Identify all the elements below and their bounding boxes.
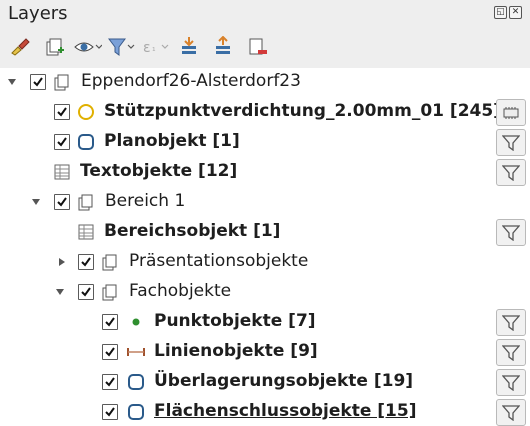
layer-label: Planobjekt [1] [104,131,240,151]
tree-row-flaechenschluss[interactable]: Flächenschlussobjekte [15] [0,398,530,426]
expression-filter-icon: ε¹ [142,34,170,60]
expanded-arrow-icon[interactable] [7,77,17,87]
float-panel-button[interactable]: ◱ [494,6,507,19]
filter-icon[interactable] [496,339,526,366]
visibility-checkbox[interactable] [54,194,70,210]
polygon-symbol-icon [126,372,146,392]
tree-row-linienobjekte[interactable]: Linienobjekte [9] [0,338,530,366]
point-symbol-icon [126,312,146,332]
tree-row-fachobjekte[interactable]: Fachobjekte [0,278,530,306]
layer-label: Punktobjekte [7] [154,311,316,331]
layer-label: Stützpunktverdichtung_2.00mm_01 [245] [104,101,501,121]
svg-text:ε: ε [143,40,151,56]
layer-label: Bereich 1 [105,191,186,211]
filter-icon[interactable] [496,159,526,186]
memory-layer-icon[interactable] [496,99,526,126]
table-layer-icon [52,162,72,182]
tree-row-planobjekt[interactable]: Planobjekt [1] [0,128,530,156]
visibility-checkbox[interactable] [54,134,70,150]
tree-row-project[interactable]: Eppendorf26-Alsterdorf23 [0,68,530,96]
collapse-all-icon[interactable] [210,34,238,60]
visibility-checkbox[interactable] [102,314,118,330]
style-paint-icon[interactable] [6,34,34,60]
expanded-arrow-icon[interactable] [55,287,65,297]
tree-row-stuetzpunkt[interactable]: Stützpunktverdichtung_2.00mm_01 [245] [0,98,530,126]
visibility-checkbox[interactable] [78,254,94,270]
table-layer-icon [76,222,96,242]
circle-symbol-icon [76,102,96,122]
group-icon [52,72,72,92]
tree-row-punktobjekte[interactable]: Punktobjekte [7] [0,308,530,336]
filter-icon[interactable] [496,219,526,246]
panel-titlebar: Layers ◱ ✕ [0,0,530,30]
filter-icon[interactable] [496,309,526,336]
group-icon [76,192,96,212]
remove-layer-icon[interactable] [244,34,272,60]
visibility-checkbox[interactable] [102,404,118,420]
visibility-eye-icon[interactable] [74,34,102,60]
svg-text:¹: ¹ [152,47,156,57]
tree-row-textobjekte[interactable]: Textobjekte [12] [0,158,530,186]
panel-title: Layers [8,3,68,24]
layer-label: Textobjekte [12] [80,161,238,181]
layer-label: Bereichsobjekt [1] [104,221,281,241]
filter-icon[interactable] [496,399,526,426]
visibility-checkbox[interactable] [102,374,118,390]
tree-row-bereichsobjekt[interactable]: Bereichsobjekt [1] [0,218,530,246]
layer-label: Fachobjekte [129,281,232,301]
visibility-checkbox[interactable] [30,74,46,90]
layer-label: Eppendorf26-Alsterdorf23 [81,71,301,91]
layer-label: Flächenschlussobjekte [15] [154,401,417,421]
polygon-symbol-icon [126,402,146,422]
tree-row-praesentation[interactable]: Präsentationsobjekte [0,248,530,276]
filter-legend-icon[interactable] [108,34,136,60]
visibility-checkbox[interactable] [54,104,70,120]
polygon-symbol-icon [76,132,96,152]
layer-tree: Eppendorf26-Alsterdorf23 Stützpunktverdi… [0,68,530,426]
layers-toolbar: ε¹ [6,33,272,61]
visibility-checkbox[interactable] [78,284,94,300]
expanded-arrow-icon[interactable] [31,197,41,207]
close-panel-button[interactable]: ✕ [509,6,522,19]
add-group-icon[interactable] [40,34,68,60]
visibility-checkbox[interactable] [102,344,118,360]
tree-row-ueberlagerung[interactable]: Überlagerungsobjekte [19] [0,368,530,396]
layer-label: Linienobjekte [9] [154,341,318,361]
tree-row-bereich[interactable]: Bereich 1 [0,188,530,216]
filter-icon[interactable] [496,369,526,396]
group-icon [100,282,120,302]
group-icon [100,252,120,272]
collapsed-arrow-icon[interactable] [57,257,67,267]
layer-label: Überlagerungsobjekte [19] [154,371,414,391]
layer-label: Präsentationsobjekte [129,251,309,271]
line-symbol-icon [126,342,146,362]
filter-icon[interactable] [496,129,526,156]
expand-all-icon[interactable] [176,34,204,60]
window-buttons: ◱ ✕ [494,6,522,19]
